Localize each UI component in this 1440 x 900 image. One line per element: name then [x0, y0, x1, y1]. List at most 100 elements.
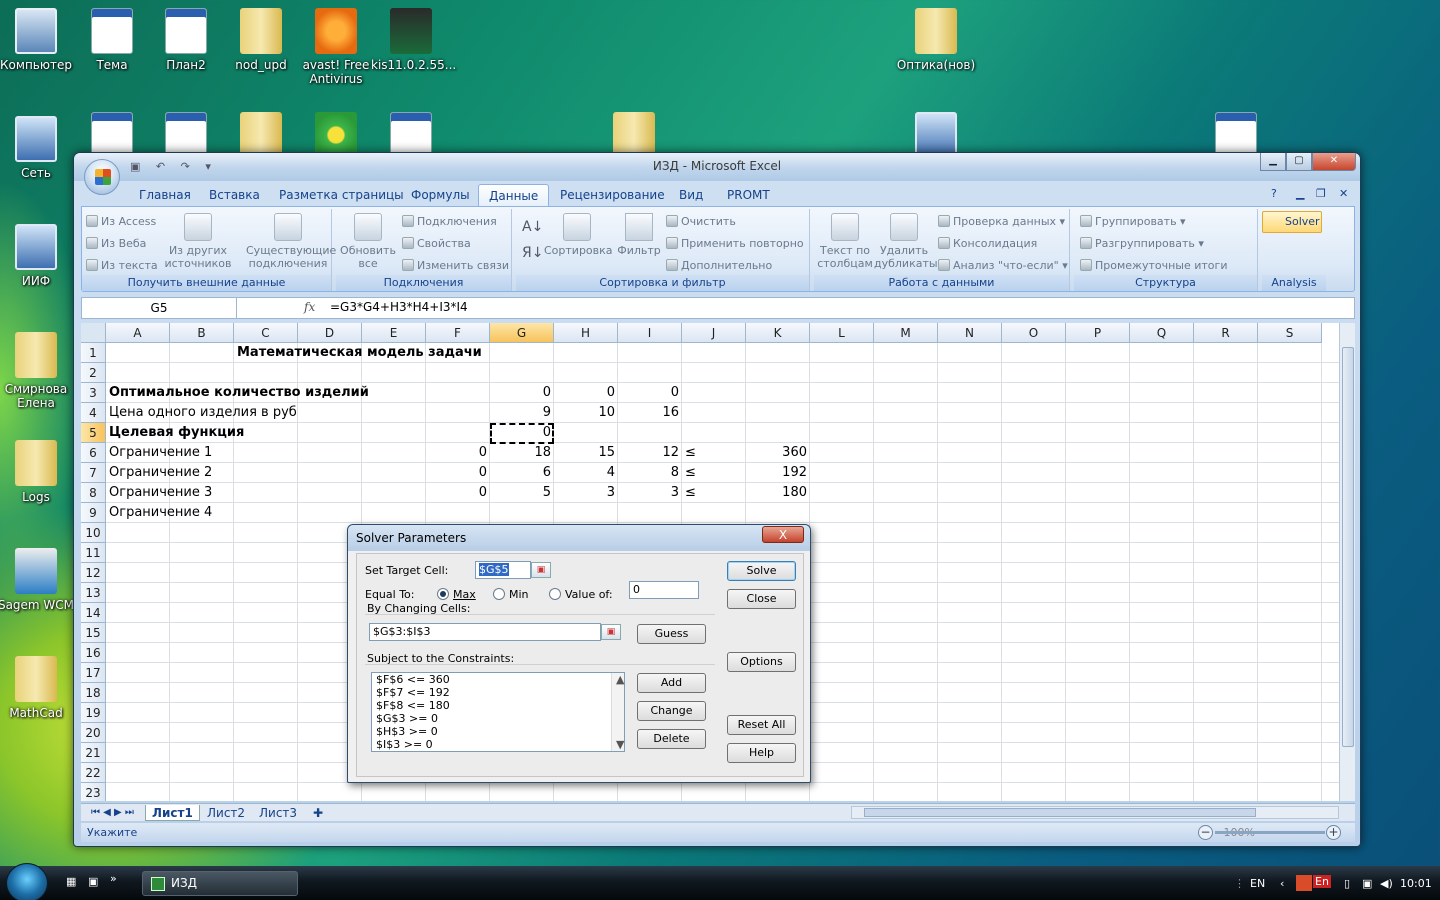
options-button[interactable]: Options — [727, 652, 796, 672]
target-ref-picker-icon[interactable]: ▣ — [531, 562, 551, 578]
row-header[interactable]: 11 — [81, 543, 106, 563]
column-header[interactable]: I — [618, 323, 682, 343]
cell-g6[interactable]: 18 — [490, 443, 551, 463]
desktop-icon-computer[interactable]: Компьютер — [0, 8, 76, 72]
office-button[interactable] — [84, 159, 120, 195]
tab-view[interactable]: Вид — [669, 184, 713, 206]
column-header[interactable]: Q — [1130, 323, 1194, 343]
ribbon-close-icon[interactable]: ✕ — [1339, 187, 1348, 200]
list-item[interactable]: $G$3 >= 0 — [372, 712, 624, 725]
vertical-scroll-thumb[interactable] — [1342, 347, 1354, 747]
from-text-button[interactable]: Из текста — [86, 259, 158, 272]
solver-close-icon[interactable]: X — [762, 526, 804, 543]
from-other-sources-button[interactable]: Из других источников — [160, 213, 236, 270]
column-header[interactable]: P — [1066, 323, 1130, 343]
show-desktop-icon[interactable]: ▦ — [66, 875, 76, 888]
tab-home[interactable]: Главная — [129, 184, 201, 206]
close-button[interactable]: Close — [727, 589, 796, 609]
clear-filter-button[interactable]: Очистить — [666, 215, 736, 228]
tray-expand-icon[interactable]: ‹ — [1280, 877, 1284, 890]
row-header[interactable]: 3 — [81, 383, 106, 403]
list-item[interactable]: $I$3 >= 0 — [372, 738, 624, 751]
row-header[interactable]: 18 — [81, 683, 106, 703]
tray-lang-icon[interactable]: En — [1313, 875, 1331, 888]
min-radio[interactable] — [493, 588, 505, 600]
from-web-button[interactable]: Из Веба — [86, 237, 146, 250]
tray-volume-icon[interactable]: ◀) — [1380, 877, 1393, 890]
guess-button[interactable]: Guess — [637, 624, 706, 644]
row-header[interactable]: 14 — [81, 603, 106, 623]
column-header[interactable]: O — [1002, 323, 1066, 343]
existing-connections-button[interactable]: Существующие подключения — [246, 213, 336, 270]
cell-g3[interactable]: 0 — [490, 383, 551, 403]
tray-app-icon[interactable] — [1296, 875, 1312, 891]
row-header[interactable]: 19 — [81, 703, 106, 723]
quicklaunch-more-icon[interactable]: » — [110, 872, 117, 885]
desktop-icon-kis[interactable]: kis11.0.2.55... — [371, 8, 456, 72]
cell-h4[interactable]: 10 — [554, 403, 615, 423]
column-header[interactable]: M — [874, 323, 938, 343]
zoom-slider[interactable] — [1215, 831, 1325, 834]
tab-insert[interactable]: Вставка — [199, 184, 270, 206]
cell-g8[interactable]: 5 — [490, 483, 551, 503]
column-header[interactable]: F — [426, 323, 490, 343]
ribbon-restore-icon[interactable]: ❐ — [1316, 187, 1326, 200]
sheet-tab-2[interactable]: Лист2 — [201, 805, 251, 821]
desktop-icon-nod-upd[interactable]: nod_upd — [221, 8, 301, 72]
tab-review[interactable]: Рецензирование — [550, 184, 675, 206]
ribbon-minimize-icon[interactable]: ▁ — [1296, 187, 1304, 200]
column-header[interactable]: J — [682, 323, 746, 343]
desktop-icon-sagem[interactable]: Sagem WCM — [0, 548, 76, 612]
list-item[interactable]: $F$7 <= 192 — [372, 686, 624, 699]
cell-j6[interactable]: ≤ — [685, 443, 696, 463]
cell-h3[interactable]: 0 — [554, 383, 615, 403]
what-if-button[interactable]: Анализ "что-если" ▾ — [938, 259, 1068, 272]
cell-k6[interactable]: 360 — [746, 443, 807, 463]
cell-j8[interactable]: ≤ — [685, 483, 696, 503]
desktop-icon-tema[interactable]: Тема — [72, 8, 152, 72]
list-item[interactable]: $H$3 >= 0 — [372, 725, 624, 738]
minimize-button[interactable]: ▁ — [1260, 153, 1286, 171]
row-header[interactable]: 17 — [81, 663, 106, 683]
tab-page-layout[interactable]: Разметка страницы — [269, 184, 414, 206]
sheet-tab-3[interactable]: Лист3 — [253, 805, 303, 821]
cell-a5[interactable]: Целевая функция — [109, 423, 244, 443]
add-button[interactable]: Add — [637, 673, 706, 693]
row-header[interactable]: 9 — [81, 503, 106, 523]
row-header[interactable]: 8 — [81, 483, 106, 503]
remove-duplicates-button[interactable]: Удалить дубликаты — [874, 213, 938, 270]
title-bar[interactable]: ▣ ↶ ↷ ▾ ИЗД - Microsoft Excel ▁ ▢ ✕ — [74, 153, 1360, 181]
desktop-icon-network[interactable]: Сеть — [0, 116, 76, 180]
sort-za-icon[interactable]: Я↓ — [522, 245, 543, 261]
tab-data[interactable]: Данные — [478, 184, 550, 206]
row-header[interactable]: 16 — [81, 643, 106, 663]
column-header[interactable]: R — [1194, 323, 1258, 343]
formula-input[interactable]: =G3*G4+H3*H4+I3*I4 — [330, 300, 468, 314]
cell-g4[interactable]: 9 — [490, 403, 551, 423]
column-header[interactable]: L — [810, 323, 874, 343]
changing-cells-input[interactable]: $G$3:$I$3 — [369, 623, 601, 641]
row-header[interactable]: 15 — [81, 623, 106, 643]
cell-f8[interactable]: 0 — [426, 483, 487, 503]
quicklaunch-icon[interactable]: ▣ — [88, 875, 98, 888]
row-header[interactable]: 23 — [81, 783, 106, 801]
column-header[interactable]: H — [554, 323, 618, 343]
row-header[interactable]: 12 — [81, 563, 106, 583]
target-cell-input[interactable]: $G$5 — [475, 561, 531, 579]
constraints-list[interactable]: $F$6 <= 360 $F$7 <= 192 $F$8 <= 180 $G$3… — [371, 672, 625, 752]
reset-all-button[interactable]: Reset All — [727, 715, 796, 735]
desktop-icon-iif[interactable]: ИИФ — [0, 224, 76, 288]
solve-button[interactable]: Solve — [727, 561, 796, 581]
row-header[interactable]: 22 — [81, 763, 106, 783]
desktop-icon-logs[interactable]: Logs — [0, 440, 76, 504]
row-header[interactable]: 13 — [81, 583, 106, 603]
text-to-columns-button[interactable]: Текст по столбцам — [816, 213, 874, 270]
cell-i7[interactable]: 8 — [618, 463, 679, 483]
fx-icon[interactable]: fx — [304, 300, 315, 314]
horizontal-scrollbar[interactable] — [851, 806, 1339, 819]
cell-j7[interactable]: ≤ — [685, 463, 696, 483]
help-icon[interactable]: ? — [1271, 187, 1277, 200]
cell-i6[interactable]: 12 — [618, 443, 679, 463]
row-header[interactable]: 20 — [81, 723, 106, 743]
column-header[interactable]: C — [234, 323, 298, 343]
